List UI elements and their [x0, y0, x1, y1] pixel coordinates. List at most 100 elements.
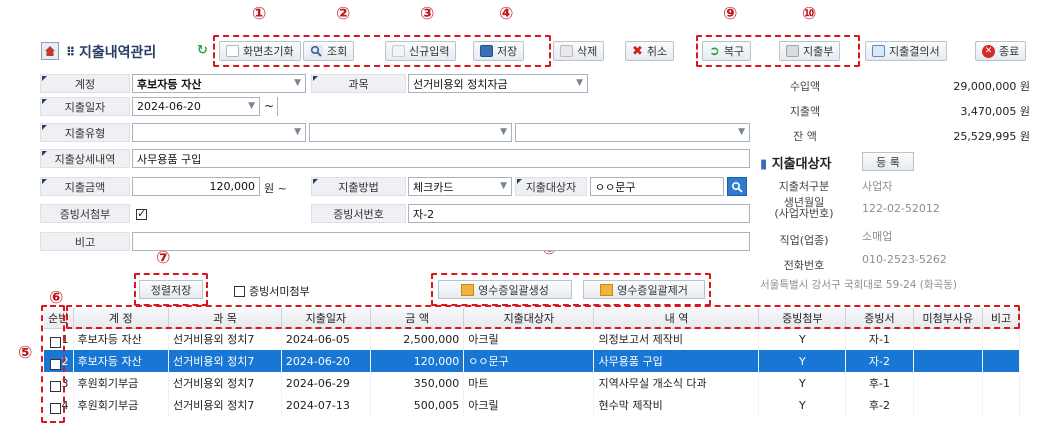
- table-cell[interactable]: 후원회기부금: [73, 394, 170, 416]
- report-button[interactable]: 지출결의서: [865, 41, 947, 61]
- target-input[interactable]: ㅇㅇ문구: [590, 177, 724, 196]
- col-header[interactable]: 비고: [982, 308, 1020, 329]
- evidence-no-input[interactable]: 자-2: [408, 204, 750, 223]
- table-row[interactable]: 3 후원회기부금 선거비용외 정치7 2024-06-29 350,000 마트 지역사무실…: [44, 372, 1020, 394]
- col-header[interactable]: 순번: [44, 308, 74, 329]
- recipient-register-button[interactable]: 등 록: [862, 152, 914, 171]
- marker-1: ①: [252, 4, 267, 24]
- table-cell[interactable]: 선거비용외 정치7: [168, 328, 282, 350]
- id-value: 122-02-52012: [862, 202, 940, 215]
- col-header[interactable]: 지출일자: [281, 308, 371, 329]
- col-header[interactable]: 계 정: [73, 308, 170, 329]
- ledger-button[interactable]: 지출부: [779, 41, 841, 61]
- phone-label: 전화번호: [783, 259, 825, 272]
- type-select-2[interactable]: ▼: [309, 123, 512, 142]
- expense-table: 순번 계 정 과 목 지출일자 금 액 지출대상자 내 역 증빙첨부 증빙서 미…: [44, 308, 1020, 416]
- table-cell[interactable]: Y: [758, 350, 847, 372]
- table-cell[interactable]: 2024-06-05: [281, 328, 371, 350]
- table-cell[interactable]: [982, 350, 1020, 372]
- col-header[interactable]: 증빙첨부: [758, 308, 847, 329]
- table-cell[interactable]: 350,000: [370, 372, 465, 394]
- table-cell[interactable]: 500,005: [370, 394, 465, 416]
- search-button[interactable]: 조회: [303, 41, 355, 61]
- row-checkbox[interactable]: [50, 379, 61, 392]
- save-button[interactable]: 저장: [473, 41, 525, 61]
- table-cell[interactable]: [913, 328, 984, 350]
- refresh-icon[interactable]: ↻: [197, 43, 208, 58]
- table-row[interactable]: 4 후원회기부금 선거비용외 정치7 2024-07-13 500,005 아크릴 현수막 …: [44, 394, 1020, 416]
- type-select-3[interactable]: ▼: [515, 123, 750, 142]
- home-icon[interactable]: [41, 42, 59, 60]
- table-cell[interactable]: ㅇㅇ문구: [463, 350, 595, 372]
- chevron-down-icon: ▼: [294, 127, 301, 137]
- receipt-create-button[interactable]: 영수증일괄생성: [438, 280, 572, 299]
- date-end-input[interactable]: [277, 97, 286, 116]
- table-cell[interactable]: 2,500,000: [370, 328, 465, 350]
- method-select[interactable]: 체크카드 ▼: [408, 177, 512, 196]
- detail-input[interactable]: 사무용품 구입: [132, 149, 750, 168]
- row-checkbox[interactable]: [50, 335, 61, 348]
- table-cell[interactable]: 자-1: [845, 328, 914, 350]
- table-row[interactable]: 1 후보자등 자산 선거비용외 정치7 2024-06-05 2,500,000 아크릴 의…: [44, 328, 1020, 350]
- col-header[interactable]: 증빙서: [845, 308, 914, 329]
- table-cell[interactable]: 후-2: [845, 394, 914, 416]
- table-cell[interactable]: 후-1: [845, 372, 914, 394]
- table-cell[interactable]: [982, 394, 1020, 416]
- delete-button[interactable]: 삭제: [553, 41, 605, 61]
- note-input[interactable]: [132, 232, 750, 251]
- table-cell[interactable]: [982, 328, 1020, 350]
- table-row[interactable]: 2 후보자등 자산 선거비용외 정치7 2024-06-20 120,000 ㅇㅇ문구 사무…: [44, 350, 1020, 372]
- table-cell[interactable]: 선거비용외 정치7: [168, 372, 282, 394]
- table-cell[interactable]: 2024-06-29: [281, 372, 371, 394]
- table-cell[interactable]: 아크릴: [463, 394, 595, 416]
- table-cell[interactable]: 후보자등 자산: [73, 350, 170, 372]
- table-cell[interactable]: Y: [758, 372, 847, 394]
- col-header[interactable]: 금 액: [370, 308, 465, 329]
- table-cell[interactable]: 후보자등 자산: [73, 328, 170, 350]
- row-checkbox[interactable]: [50, 401, 61, 414]
- col-header[interactable]: 지출대상자: [463, 308, 595, 329]
- income-value: 29,000,000 원: [953, 80, 1030, 93]
- kind-label: 지출처구분: [778, 180, 830, 193]
- account-select[interactable]: 후보자등 자산 ▼: [132, 74, 306, 93]
- table-cell[interactable]: 120,000: [370, 350, 465, 372]
- table-cell[interactable]: 선거비용외 정치7: [168, 350, 282, 372]
- table-cell[interactable]: 의정보고서 제작비: [593, 328, 760, 350]
- sort-save-button[interactable]: 정렬저장: [139, 280, 203, 299]
- table-cell[interactable]: Y: [758, 394, 847, 416]
- table-cell[interactable]: 2024-07-13: [281, 394, 371, 416]
- table-cell[interactable]: 후원회기부금: [73, 372, 170, 394]
- table-cell[interactable]: 자-2: [845, 350, 914, 372]
- target-search-button[interactable]: [727, 177, 747, 196]
- restore-button[interactable]: ➲ 복구: [702, 41, 752, 61]
- type-select-1[interactable]: ▼: [132, 123, 306, 142]
- cancel-button[interactable]: ✖ 취소: [625, 41, 675, 61]
- col-header[interactable]: 내 역: [593, 308, 760, 329]
- table-cell[interactable]: [913, 394, 984, 416]
- table-cell[interactable]: 2024-06-20: [281, 350, 371, 372]
- close-button[interactable]: ✕ 종료: [975, 41, 1027, 61]
- table-cell[interactable]: 사무용품 구입: [593, 350, 760, 372]
- table-cell[interactable]: [982, 372, 1020, 394]
- col-header[interactable]: 미첨부사유: [913, 308, 984, 329]
- table-cell[interactable]: Y: [758, 328, 847, 350]
- receipt-remove-button[interactable]: 영수증일괄제거: [583, 280, 705, 299]
- row-checkbox[interactable]: [50, 357, 61, 370]
- table-cell[interactable]: 마트: [463, 372, 595, 394]
- type-label: 지출유형: [40, 123, 130, 142]
- table-cell[interactable]: 아크릴: [463, 328, 595, 350]
- date-input[interactable]: 2024-06-20 ▼: [132, 97, 260, 116]
- table-cell[interactable]: [913, 372, 984, 394]
- no-evidence-toggle[interactable]: 증빙서미첨부: [234, 283, 310, 299]
- amount-input[interactable]: 120,000: [132, 177, 260, 196]
- col-header[interactable]: 과 목: [168, 308, 282, 329]
- table-cell[interactable]: 현수막 제작비: [593, 394, 760, 416]
- new-entry-button[interactable]: 신규입력: [385, 41, 457, 61]
- evidence-checkbox[interactable]: [136, 207, 147, 220]
- reset-button[interactable]: 화면초기화: [219, 41, 301, 61]
- subject-select[interactable]: 선거비용외 정치자금 ▼: [408, 74, 588, 93]
- table-cell[interactable]: 지역사무실 개소식 다과: [593, 372, 760, 394]
- table-cell[interactable]: [913, 350, 984, 372]
- marker-10: ⑩: [802, 4, 817, 24]
- table-cell[interactable]: 선거비용외 정치7: [168, 394, 282, 416]
